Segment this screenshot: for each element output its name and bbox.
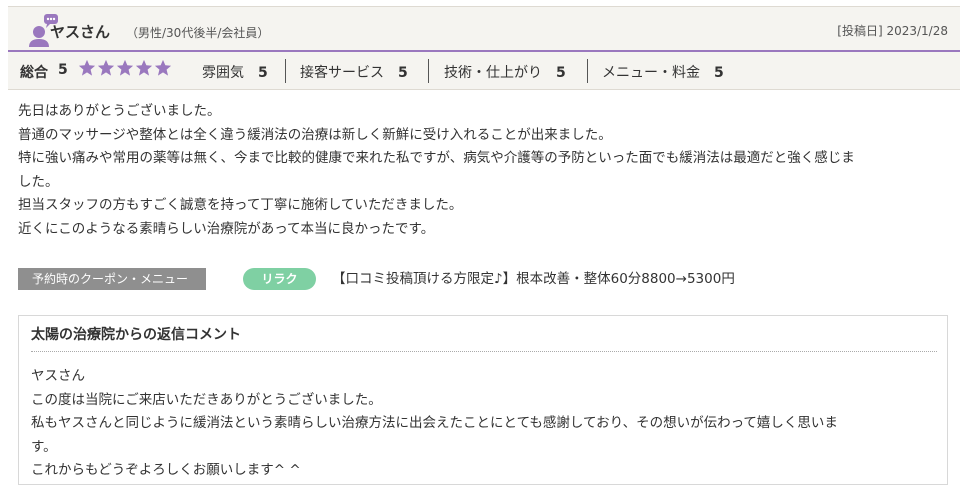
total-rating-value: 5 [58, 62, 68, 78]
coupon-label: 予約時のクーポン・メニュー [18, 268, 206, 290]
reply-line: 私もヤスさんと同じように緩消法という素晴らしい治療方法に出会えたことにとても感謝… [31, 415, 838, 431]
rating-item-value: 5 [398, 65, 408, 81]
rating-bar: 総合 5 雰囲気 5 接客サービス 5 技術・仕上がり 5 メニュー・料金 5 [8, 52, 960, 90]
reply-body: ヤスさん この度は当院にご来店いただきありがとうございました。 私もヤスさんと同… [31, 365, 937, 483]
rating-item-label: 接客サービス [300, 65, 384, 81]
review-line: 普通のマッサージや整体とは全く違う緩消法の治療は新しく新鮮に受け入れることが出来… [18, 126, 612, 143]
rating-item-value: 5 [556, 65, 566, 81]
review-card: ヤスさん （男性/30代後半/会社員） [投稿日] 2023/1/28 総合 5… [0, 0, 972, 502]
coupon-text: 【口コミ投稿頂ける方限定♪】根本改善・整体60分8800→5300円 [332, 271, 735, 287]
rating-item-label: メニュー・料金 [602, 65, 700, 81]
review-line: 担当スタッフの方もすごく誠意を持って丁寧に施術していただきました。 [18, 197, 463, 213]
salon-reply: 太陽の治療院からの返信コメント ヤスさん この度は当院にご来店いただきありがとう… [18, 315, 948, 485]
coupon-category-badge: リラク [243, 268, 316, 290]
rating-menu-price: メニュー・料金 5 [602, 62, 724, 82]
rating-divider [428, 59, 429, 83]
star-icon [78, 59, 96, 76]
reply-line: この度は当院にご来店いただきありがとうございました。 [31, 391, 382, 408]
rating-item-label: 技術・仕上がり [444, 65, 542, 81]
total-rating-label: 総合 [20, 65, 48, 81]
reply-line: ヤスさん [31, 368, 85, 384]
review-header: ヤスさん （男性/30代後半/会社員） [投稿日] 2023/1/28 [8, 6, 960, 52]
rating-atmosphere: 雰囲気 5 [202, 62, 268, 82]
star-icon [97, 59, 115, 76]
rating-technique: 技術・仕上がり 5 [444, 62, 566, 82]
rating-item-value: 5 [714, 65, 724, 81]
star-rating [78, 59, 172, 77]
reply-line: す。 [31, 438, 57, 455]
review-line: 特に強い痛みや常用の薬等は無く、今まで比較的健康で来れた私ですが、病気や介護等の… [18, 150, 855, 166]
reply-line: これからもどうぞよろしくお願いします^ ^ [31, 462, 301, 478]
post-date: [投稿日] 2023/1/28 [837, 24, 948, 38]
star-icon [116, 59, 134, 76]
star-icon [154, 59, 172, 76]
rating-item-value: 5 [258, 65, 268, 81]
review-line: 近くにこのようなる素晴らしい治療院があって本当に良かったです。 [18, 220, 435, 237]
rating-divider [285, 59, 286, 83]
reply-title: 太陽の治療院からの返信コメント [31, 327, 241, 343]
review-body: 先日はありがとうございました。 普通のマッサージや整体とは全く違う緩消法の治療は… [18, 100, 958, 241]
reply-divider [31, 351, 937, 352]
reviewer-meta: （男性/30代後半/会社員） [126, 26, 270, 40]
review-line: 先日はありがとうございました。 [18, 103, 221, 119]
rating-service: 接客サービス 5 [300, 62, 408, 82]
review-line: した。 [18, 173, 59, 190]
star-icon [135, 59, 153, 76]
rating-item-label: 雰囲気 [202, 65, 244, 81]
reviewer-name: ヤスさん [50, 23, 111, 41]
rating-divider [587, 59, 588, 83]
